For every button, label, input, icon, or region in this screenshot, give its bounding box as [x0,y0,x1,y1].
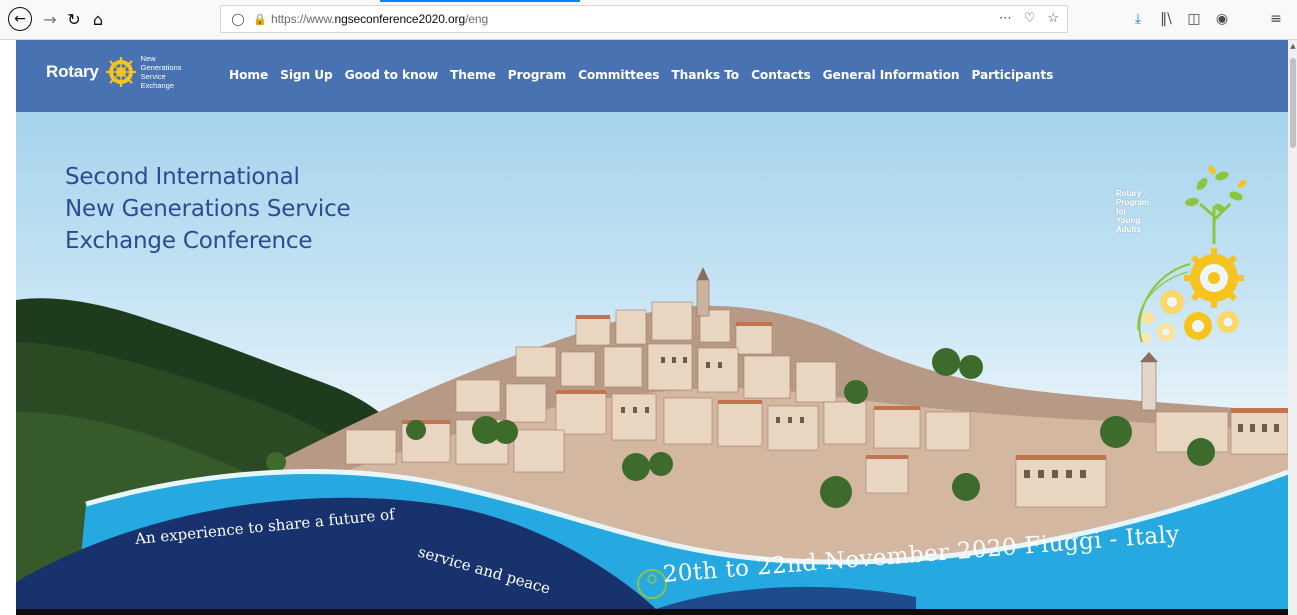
nav-theme[interactable]: Theme [450,68,496,82]
home-icon[interactable]: ⌂ [86,7,110,31]
nav-contacts[interactable]: Contacts [751,68,811,82]
lock-icon[interactable]: 🔒 [253,13,267,26]
hero-title-line: Second International [65,164,300,190]
bookmark-star-icon[interactable]: ☆ [1047,10,1059,26]
nav-thanks-to[interactable]: Thanks To [671,68,739,82]
badge-line: for [1116,207,1127,216]
young-adults-badge-text: Rotary Program for Young Adults [1116,189,1149,234]
hero-title-line: Exchange Conference [65,228,313,254]
hero-title-line: New Generations Service [65,196,351,222]
badge-line: Adults [1116,225,1141,234]
site-header: Rotary New Generations Service Exchange … [16,40,1288,112]
menu-icon[interactable]: ≡ [1266,9,1286,29]
nav-good-to-know[interactable]: Good to know [345,68,438,82]
hero-banner: Second International New Generations Ser… [16,112,1288,609]
brand-subtitle: New Generations Service Exchange [141,54,182,90]
back-icon[interactable]: ← [8,7,32,31]
brand-sub-line: New [140,54,156,63]
site-logo[interactable]: Rotary New Generations Service Exchange [46,54,182,90]
url-text[interactable]: https://www.ngseconference2020.org/eng [271,12,488,26]
address-bar[interactable]: ◯ 🔒 https://www.ngseconference2020.org/e… [220,5,1068,33]
main-navigation: Home Sign Up Good to know Theme Program … [229,68,1053,82]
library-icon[interactable]: ‖\ [1156,9,1176,29]
hero-title: Second International New Generations Ser… [65,161,351,257]
scrollbar-thumb[interactable] [1290,58,1296,148]
download-icon[interactable]: ⤓ [1128,9,1148,29]
page-section-divider [16,609,1288,615]
account-icon[interactable]: ◉ [1212,9,1232,29]
brand-sub-line: Exchange [140,81,175,90]
brand-sub-line: Generations [140,63,182,72]
nav-program[interactable]: Program [508,68,566,82]
rotary-wheel-icon [105,57,136,87]
url-prefix: https://www. [271,12,335,26]
tracking-shield-icon[interactable]: ◯ [231,12,245,26]
nav-home[interactable]: Home [229,68,268,82]
nav-participants[interactable]: Participants [971,68,1053,82]
pocket-icon[interactable]: ♡ [1024,10,1036,26]
scroll-up-arrow-icon[interactable]: ▲ [1289,42,1297,52]
browser-toolbar: ← → ↻ ⌂ ◯ 🔒 https://www.ngseconference20… [0,0,1297,40]
badge-line: Young [1116,216,1141,225]
sidebar-icon[interactable]: ◫ [1184,9,1204,29]
forward-icon[interactable]: → [38,7,62,31]
brand-wordmark: Rotary [46,62,99,81]
active-tab-indicator [380,0,580,2]
page-actions-icon[interactable]: ⋯ [999,10,1012,26]
nav-sign-up[interactable]: Sign Up [280,68,333,82]
brand-sub-line: Service [140,72,166,81]
url-path: /eng [465,12,489,26]
nav-general-information[interactable]: General Information [823,68,960,82]
badge-line: Rotary [1116,189,1142,198]
badge-line: Program [1116,198,1149,207]
nav-committees[interactable]: Committees [578,68,659,82]
url-domain: ngseconference2020.org [334,12,466,26]
reload-icon[interactable]: ↻ [62,7,86,31]
